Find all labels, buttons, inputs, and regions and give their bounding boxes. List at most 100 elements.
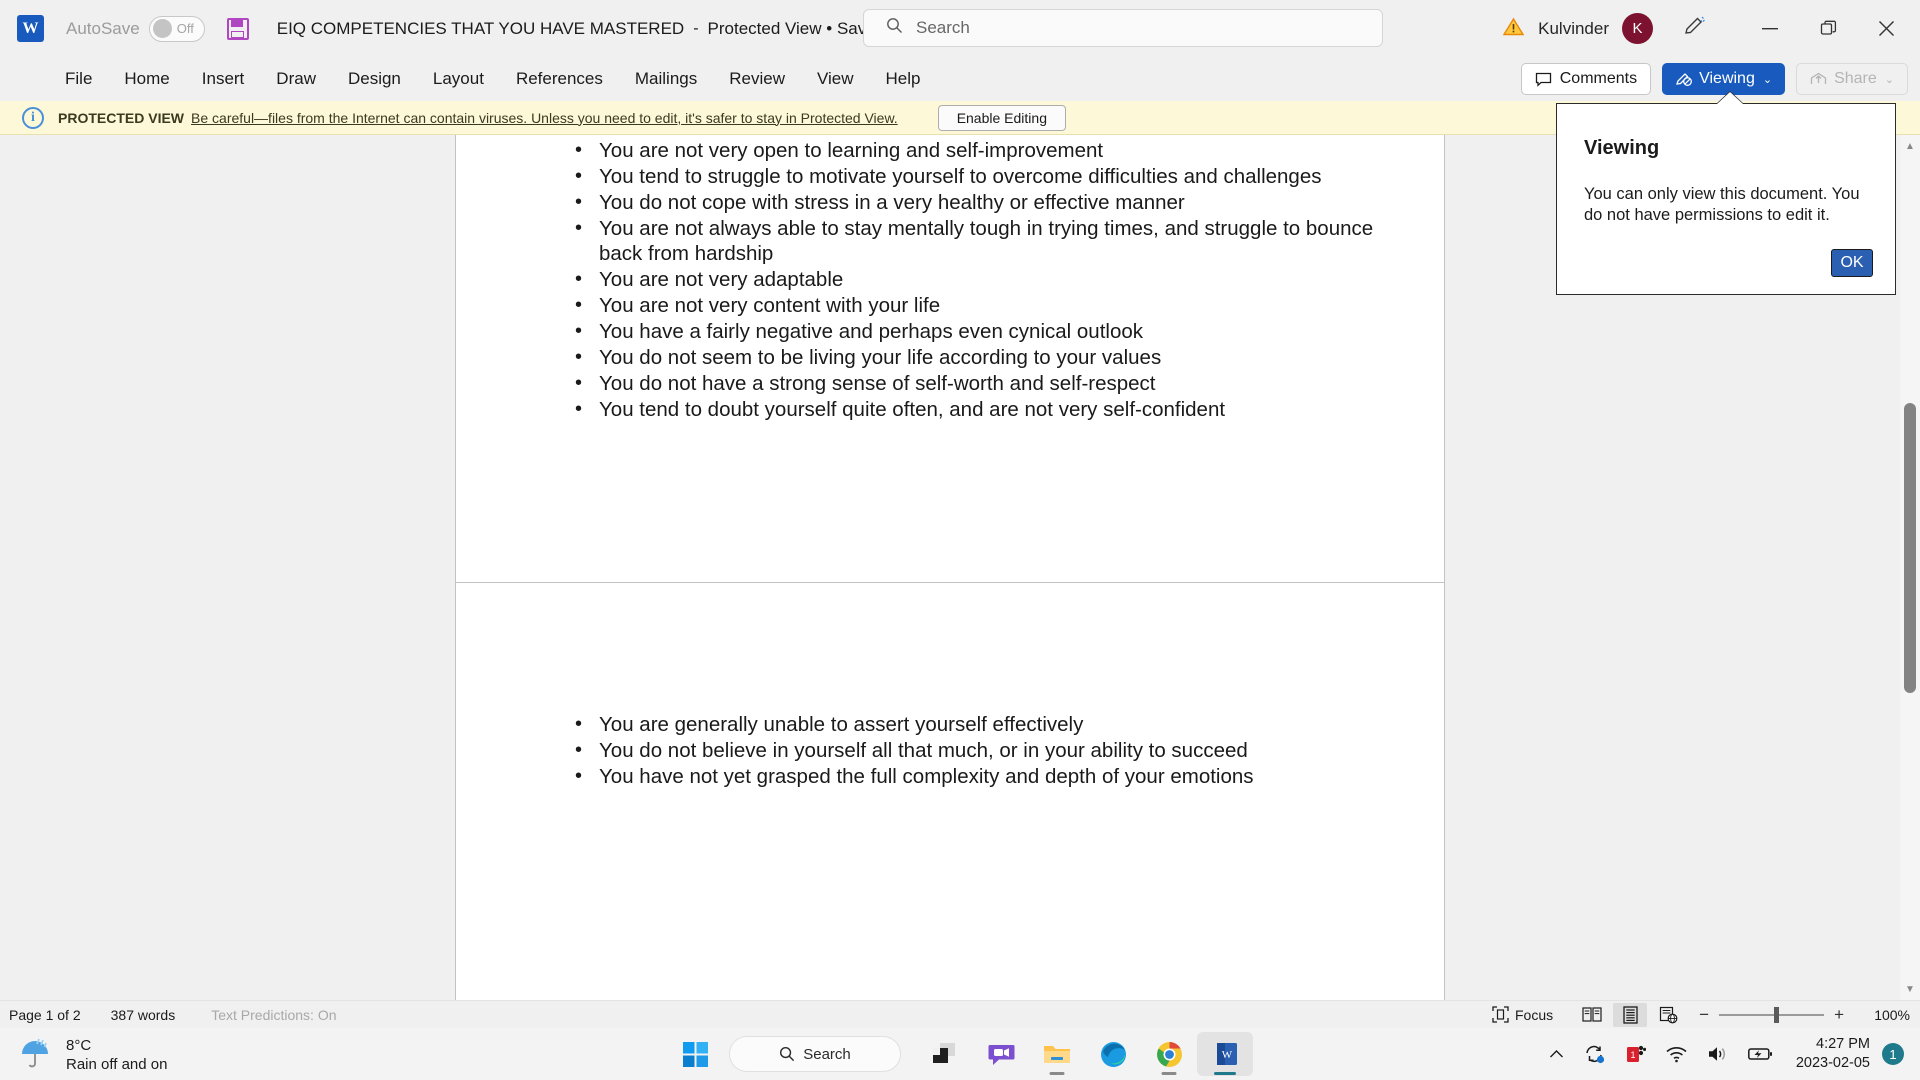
user-name[interactable]: Kulvinder — [1538, 19, 1609, 39]
save-icon-bottom — [230, 30, 244, 38]
avatar[interactable]: K — [1622, 13, 1653, 44]
clock[interactable]: 4:27 PM 2023-02-05 — [1796, 1035, 1870, 1072]
taskbar-search[interactable]: Search — [729, 1036, 901, 1072]
tab-mailings[interactable]: Mailings — [622, 64, 710, 94]
autosave-toggle[interactable]: Off — [148, 15, 205, 42]
page-indicator[interactable]: Page 1 of 2 — [9, 1007, 81, 1023]
volume-icon[interactable] — [1707, 1045, 1728, 1063]
zoom-slider[interactable] — [1719, 1006, 1825, 1023]
tab-insert[interactable]: Insert — [189, 64, 258, 94]
document-bullet-text: You do not have a strong sense of self-w… — [599, 372, 1156, 395]
status-bar-right: Focus − + 100% — [1492, 1002, 1910, 1027]
title-bar-right: Kulvinder K — [1502, 0, 1920, 57]
autosave-control[interactable]: AutoSave Off — [66, 15, 205, 42]
chrome-icon[interactable] — [1141, 1032, 1197, 1076]
document-bullet-item: • You are not very content with your life — [575, 293, 1375, 318]
share-label: Share — [1834, 70, 1877, 87]
tab-design[interactable]: Design — [335, 64, 414, 94]
tab-help[interactable]: Help — [873, 64, 934, 94]
bullet-marker-icon: • — [575, 294, 583, 316]
focus-button[interactable]: Focus — [1492, 1006, 1553, 1023]
web-layout-icon[interactable] — [1651, 1003, 1685, 1027]
document-bullet-item: • You do not seem to be living your life … — [575, 345, 1375, 370]
teams-tray-icon[interactable]: 1 — [1626, 1044, 1646, 1064]
bullet-marker-icon: • — [575, 191, 583, 213]
weather-temperature: 8°C — [66, 1036, 92, 1054]
bullet-marker-icon: • — [575, 713, 583, 735]
chevron-down-icon: ⌄ — [1884, 73, 1894, 86]
word-window: W AutoSave Off EIQ COMPETENCIES THAT YOU… — [0, 0, 1920, 1080]
document-bullet-item: • You do not cope with stress in a very h… — [575, 190, 1375, 215]
pen-ribbon-display-icon[interactable] — [1683, 15, 1707, 42]
minimize-button[interactable] — [1741, 0, 1799, 57]
tab-draw[interactable]: Draw — [263, 64, 329, 94]
edge-running-indicator — [1049, 1072, 1065, 1075]
tab-review[interactable]: Review — [716, 64, 798, 94]
title-separator: - — [693, 19, 699, 37]
teams-icon[interactable] — [973, 1032, 1029, 1076]
tab-file[interactable]: File — [52, 64, 105, 94]
bullet-marker-icon: • — [575, 372, 583, 394]
clock-date: 2023-02-05 — [1795, 1055, 1870, 1071]
zoom-in-button[interactable]: + — [1834, 1005, 1844, 1025]
word-icon[interactable]: W — [1197, 1032, 1253, 1076]
viewing-label: Viewing — [1699, 70, 1755, 87]
page2-bullet-list: • You are generally unable to assert your… — [575, 712, 1375, 790]
svg-text:1: 1 — [1630, 1050, 1635, 1060]
restore-button[interactable] — [1799, 0, 1857, 57]
tab-home[interactable]: Home — [111, 64, 182, 94]
chrome-running-indicator — [1161, 1072, 1177, 1075]
zoom-slider-handle[interactable] — [1774, 1006, 1780, 1023]
popup-tail — [1717, 92, 1743, 104]
notification-badge[interactable]: 1 — [1882, 1043, 1904, 1065]
scroll-up-arrow-icon[interactable]: ▲ — [1900, 135, 1920, 157]
search-input[interactable]: Search — [863, 9, 1383, 47]
autosave-label: AutoSave — [66, 18, 140, 38]
popup-ok-button[interactable]: OK — [1831, 249, 1873, 277]
text-predictions-status[interactable]: Text Predictions: On — [211, 1007, 336, 1023]
warning-icon[interactable] — [1502, 17, 1525, 41]
enable-editing-button[interactable]: Enable Editing — [937, 104, 1066, 131]
tab-references[interactable]: References — [503, 64, 616, 94]
wifi-icon[interactable] — [1666, 1046, 1687, 1063]
document-title[interactable]: EIQ COMPETENCIES THAT YOU HAVE MASTERED — [277, 19, 684, 39]
file-explorer-icon[interactable] — [1029, 1032, 1085, 1076]
tab-view[interactable]: View — [804, 64, 867, 94]
bullet-marker-icon: • — [575, 165, 583, 187]
bullet-marker-icon: • — [575, 139, 583, 161]
scrollbar-thumb[interactable] — [1904, 403, 1916, 693]
tray-chevron-up-icon[interactable] — [1549, 1049, 1564, 1059]
scroll-down-arrow-icon[interactable]: ▼ — [1900, 978, 1920, 1000]
edge-icon[interactable] — [1085, 1032, 1141, 1076]
document-bullet-item: • You tend to struggle to motivate yourse… — [575, 164, 1375, 189]
save-icon[interactable] — [226, 17, 249, 40]
close-button[interactable] — [1857, 0, 1915, 57]
document-bullet-text: You tend to doubt yourself quite often, … — [599, 398, 1226, 421]
comments-button[interactable]: Comments — [1520, 63, 1652, 95]
comments-label: Comments — [1559, 70, 1638, 87]
title-bar: W AutoSave Off EIQ COMPETENCIES THAT YOU… — [0, 0, 1920, 57]
word-count[interactable]: 387 words — [111, 1007, 176, 1023]
document-bullet-text: You are not very open to learning and se… — [599, 139, 1104, 162]
viewing-popup: Viewing You can only view this document.… — [1556, 103, 1896, 295]
task-view-icon[interactable] — [917, 1032, 973, 1076]
sync-icon[interactable] — [1584, 1044, 1606, 1064]
weather-widget[interactable]: 8°C Rain off and on — [18, 1036, 167, 1075]
battery-icon[interactable] — [1747, 1047, 1772, 1061]
tab-layout[interactable]: Layout — [420, 64, 497, 94]
zoom-out-button[interactable]: − — [1699, 1005, 1709, 1025]
windows-start-icon[interactable] — [667, 1032, 723, 1076]
svg-text:W: W — [1221, 1049, 1232, 1061]
document-bullet-item: • You are not always able to stay mentall… — [575, 216, 1375, 266]
print-layout-icon[interactable] — [1613, 1002, 1648, 1027]
bullet-marker-icon: • — [575, 268, 583, 290]
system-tray: 1 4:27 PM 2023-02-05 1 — [1539, 1028, 1910, 1080]
vertical-scrollbar[interactable]: ▲ ▼ — [1900, 135, 1920, 1000]
chevron-down-icon: ⌄ — [1762, 73, 1773, 86]
share-button[interactable]: Share ⌄ — [1796, 63, 1908, 95]
weather-description: Rain off and on — [66, 1055, 168, 1073]
zoom-level[interactable]: 100% — [1866, 1007, 1910, 1023]
read-mode-icon[interactable] — [1575, 1003, 1609, 1027]
document-bullet-text: You have not yet grasped the full comple… — [599, 765, 1254, 788]
document-bullet-item: • You are not very adaptable — [575, 267, 1375, 292]
